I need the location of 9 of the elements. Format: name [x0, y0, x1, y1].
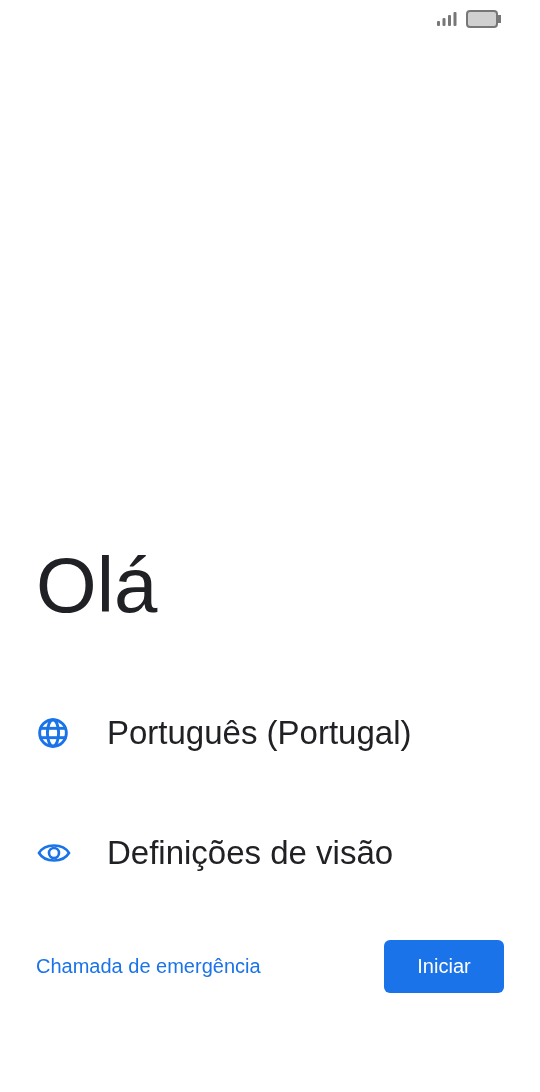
- start-button[interactable]: Iniciar: [384, 940, 504, 993]
- eye-icon[interactable]: [37, 841, 71, 865]
- greeting-title: Olá: [36, 540, 159, 631]
- option-label[interactable]: Português (Portugal): [107, 714, 412, 752]
- battery-icon: [466, 10, 502, 28]
- option-label[interactable]: Definições de visão: [107, 834, 394, 872]
- emergency-call-link[interactable]: Chamada de emergência: [36, 955, 261, 978]
- globe-icon[interactable]: [37, 717, 69, 749]
- signal-icon: [436, 11, 458, 27]
